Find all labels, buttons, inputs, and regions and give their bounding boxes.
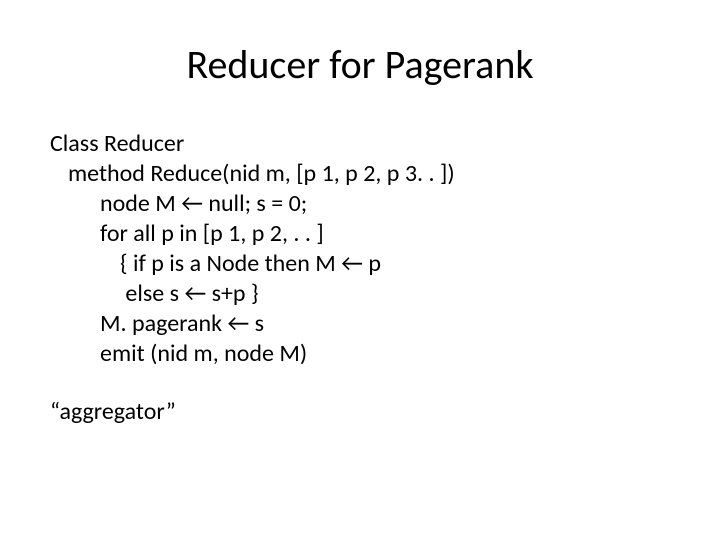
code-line: M. pagerank ← s [50, 309, 670, 339]
code-line: method Reduce(nid m, [p 1, p 2, p 3. . ]… [50, 159, 670, 189]
code-line: node M ← null; s = 0; [50, 189, 670, 219]
slide-title: Reducer for Pagerank [50, 40, 670, 89]
code-line: emit (nid m, node M) [50, 339, 670, 369]
code-line: Class Reducer [50, 129, 670, 159]
note-line: “aggregator” [50, 397, 670, 427]
code-line: { if p is a Node then M ← p [50, 249, 670, 279]
code-line: for all p in [p 1, p 2, . . ] [50, 219, 670, 249]
slide-body: Class Reducer method Reduce(nid m, [p 1,… [50, 129, 670, 427]
slide: Reducer for Pagerank Class Reducer metho… [0, 0, 720, 540]
code-line: else s ← s+p } [50, 279, 670, 309]
spacer [50, 369, 670, 397]
